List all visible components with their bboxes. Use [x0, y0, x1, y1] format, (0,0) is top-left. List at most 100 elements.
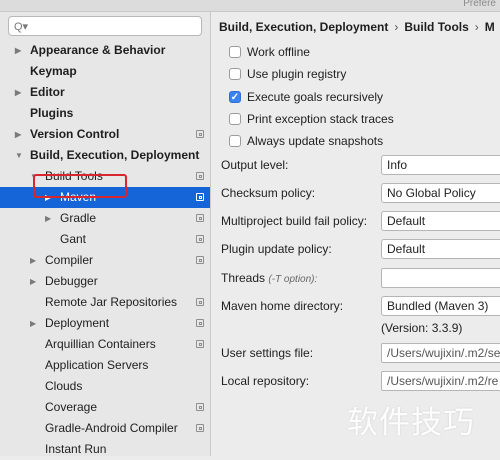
plugin-registry-label: Use plugin registry: [247, 67, 347, 81]
tree-item-label: Remote Jar Repositories: [45, 295, 178, 309]
maven-home-select[interactable]: Bundled (Maven 3): [381, 296, 500, 316]
tree-item-label: Gant: [60, 232, 87, 246]
tree-item-label: Application Servers: [45, 358, 149, 372]
collapsed-arrow-icon[interactable]: ▶: [45, 208, 55, 229]
settings-tree: ▶ Appearance & Behavior Keymap ▶ Editor Plugi…: [0, 40, 210, 460]
tree-item-instant-run[interactable]: Instant Run: [0, 439, 210, 460]
tree-item-arquillian[interactable]: Arquillian Containers: [0, 334, 210, 355]
tree-item-plugins[interactable]: Plugins: [0, 103, 210, 124]
collapsed-arrow-icon[interactable]: ▶: [15, 40, 25, 61]
tree-item-label: Editor: [30, 85, 65, 99]
tree-item-remote-jar[interactable]: Remote Jar Repositories: [0, 292, 210, 313]
multiproject-policy-select[interactable]: Default: [381, 211, 500, 231]
checkmark-icon[interactable]: ✓: [229, 91, 241, 103]
collapsed-arrow-icon[interactable]: ▶: [30, 271, 40, 292]
user-settings-input[interactable]: /Users/wujixin/.m2/se: [381, 343, 500, 363]
tree-item-label: Keymap: [30, 64, 77, 78]
tree-item-coverage[interactable]: Coverage: [0, 397, 210, 418]
tree-item-label: Instant Run: [45, 442, 107, 456]
plugin-update-policy-label: Plugin update policy:: [221, 242, 332, 256]
project-settings-icon: [196, 403, 204, 411]
tree-item-label: Clouds: [45, 379, 83, 393]
collapsed-arrow-icon[interactable]: ▶: [30, 250, 40, 271]
tree-item-compiler[interactable]: ▶ Compiler: [0, 250, 210, 271]
checksum-policy-label: Checksum policy:: [221, 186, 316, 200]
window-titlebar: Prefere: [0, 0, 500, 12]
tree-item-label: Gradle-Android Compiler: [45, 421, 178, 435]
project-settings-icon: [196, 298, 204, 306]
project-settings-icon: [196, 130, 204, 138]
threads-label: Threads (-T option):: [221, 268, 317, 288]
project-settings-icon: [196, 424, 204, 432]
collapsed-arrow-icon[interactable]: ▶: [30, 313, 40, 334]
breadcrumb-build-exec-deploy[interactable]: Build, Execution, Deployment: [219, 20, 388, 34]
tree-item-label: Compiler: [45, 253, 94, 267]
tree-item-app-servers[interactable]: Application Servers: [0, 355, 210, 376]
project-settings-icon: [196, 319, 204, 327]
tree-item-label: Appearance & Behavior: [30, 43, 166, 57]
breadcrumb: Build, Execution, Deployment › Build Tools…: [219, 20, 495, 34]
print-traces-label: Print exception stack traces: [247, 112, 394, 126]
tree-item-keymap[interactable]: Keymap: [0, 61, 210, 82]
maven-settings-panel: Build, Execution, Deployment › Build Tools…: [211, 12, 500, 456]
tree-item-label: Deployment: [45, 316, 110, 330]
settings-search-box[interactable]: Q▾: [8, 16, 202, 36]
tree-item-label: Build Tools: [45, 169, 103, 183]
breadcrumb-maven[interactable]: M: [485, 20, 495, 34]
settings-search-input[interactable]: [29, 19, 201, 35]
tree-item-debugger[interactable]: ▶ Debugger: [0, 271, 210, 292]
collapsed-arrow-icon[interactable]: ▶: [15, 124, 25, 145]
maven-home-label: Maven home directory:: [221, 299, 344, 313]
breadcrumb-build-tools[interactable]: Build Tools: [404, 20, 468, 34]
tree-item-gradle[interactable]: ▶ Gradle: [0, 208, 210, 229]
output-level-select[interactable]: Info: [381, 155, 500, 175]
local-repository-input[interactable]: /Users/wujixin/.m2/re: [381, 371, 500, 391]
checkbox-box[interactable]: [229, 68, 241, 80]
tree-item-gant[interactable]: Gant: [0, 229, 210, 250]
work-offline-label: Work offline: [247, 45, 310, 59]
collapsed-arrow-icon[interactable]: ▶: [45, 187, 55, 208]
tree-item-build-tools[interactable]: ▼ Build Tools: [0, 166, 210, 187]
tree-item-label: Build, Execution, Deployment: [30, 148, 200, 162]
expanded-arrow-icon[interactable]: ▼: [15, 145, 25, 166]
tree-item-label: Gradle: [60, 211, 97, 225]
checkbox-box[interactable]: [229, 135, 241, 147]
tree-item-deployment[interactable]: ▶ Deployment: [0, 313, 210, 334]
expanded-arrow-icon[interactable]: ▼: [30, 166, 40, 187]
tree-item-editor[interactable]: ▶ Editor: [0, 82, 210, 103]
tree-item-label: Arquillian Containers: [45, 337, 156, 351]
project-settings-icon: [196, 172, 204, 180]
checksum-policy-select[interactable]: No Global Policy: [381, 183, 500, 203]
collapsed-arrow-icon[interactable]: ▶: [15, 82, 25, 103]
multiproject-policy-label: Multiproject build fail policy:: [221, 214, 368, 228]
user-settings-label: User settings file:: [221, 346, 314, 360]
output-level-label: Output level:: [221, 158, 289, 172]
tree-item-build-exec-deploy[interactable]: ▼ Build, Execution, Deployment: [0, 145, 210, 166]
project-settings-icon: [196, 193, 204, 201]
threads-input[interactable]: [381, 268, 500, 288]
update-snapshots-label: Always update snapshots: [247, 134, 384, 148]
checkbox-box[interactable]: [229, 113, 241, 125]
execute-goals-label: Execute goals recursively: [247, 90, 384, 104]
tree-item-gradle-android[interactable]: Gradle-Android Compiler: [0, 418, 210, 439]
plugin-update-policy-select[interactable]: Default: [381, 239, 500, 259]
breadcrumb-separator: ›: [474, 20, 479, 34]
checkbox-box[interactable]: [229, 46, 241, 58]
tree-item-label: Plugins: [30, 106, 74, 120]
watermark: 软件技巧: [347, 405, 475, 441]
tree-item-label: Version Control: [30, 127, 120, 141]
tree-item-appearance[interactable]: ▶ Appearance & Behavior: [0, 40, 210, 61]
project-settings-icon: [196, 340, 204, 348]
maven-version-text: (Version: 3.3.9): [381, 321, 463, 335]
settings-sidebar: Q▾ ▶ Appearance & Behavior Keymap ▶ Editor Pl…: [0, 12, 211, 456]
window-title: Prefere: [463, 0, 496, 9]
tree-item-label: Coverage: [45, 400, 98, 414]
breadcrumb-separator: ›: [394, 20, 399, 34]
tree-item-version-control[interactable]: ▶ Version Control: [0, 124, 210, 145]
tree-item-label: Debugger: [45, 274, 98, 288]
threads-label-text: Threads: [221, 271, 266, 285]
local-repository-label: Local repository:: [221, 374, 310, 388]
tree-item-clouds[interactable]: Clouds: [0, 376, 210, 397]
tree-item-maven[interactable]: ▶ Maven: [0, 187, 210, 208]
project-settings-icon: [196, 214, 204, 222]
